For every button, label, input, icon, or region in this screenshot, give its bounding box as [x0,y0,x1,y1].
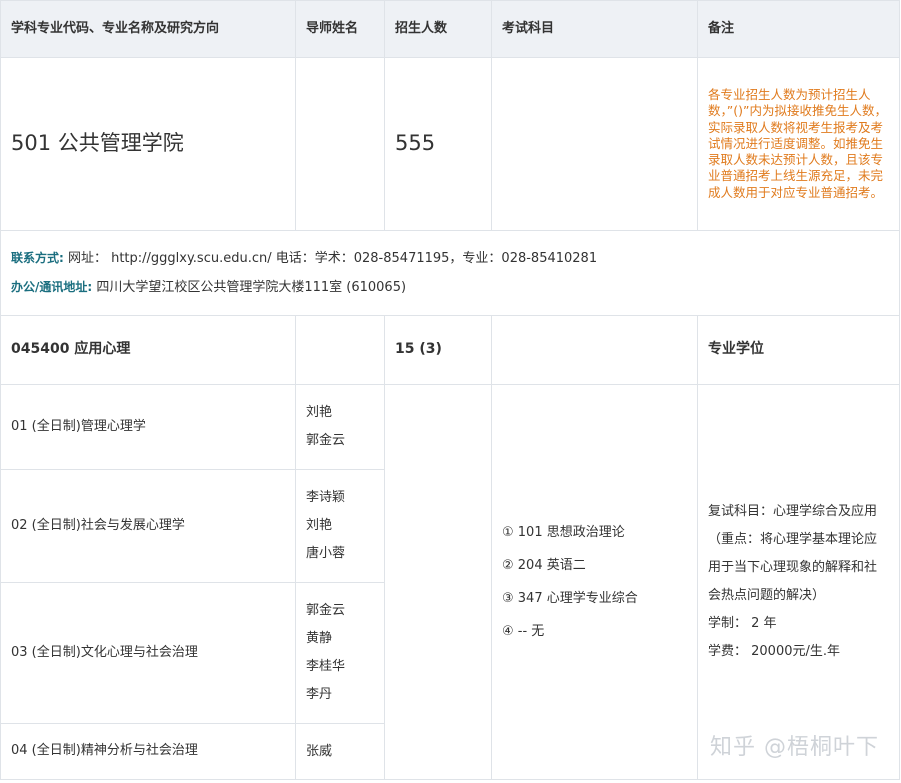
header-row: 学科专业代码、专业名称及研究方向 导师姓名 招生人数 考试科目 备注 [0,0,900,58]
retest-remark: 复试科目：心理学综合及应用（重点：将心理学基本理论应用于当下心理现象的解释和社会… [708,504,878,603]
contact-row: 联系方式: 网址： http://ggglxy.scu.edu.cn/ 电话：学… [0,230,900,316]
header-exam-subjects: 考试科目 [491,0,698,58]
address-label: 办公/通讯地址: [11,280,93,294]
major-supervisor-empty [295,315,385,385]
direction-name: 02 (全日制)社会与发展心理学 [0,469,296,583]
teacher-name: 李桂华 [306,659,346,674]
header-remarks: 备注 [697,0,900,58]
header-supervisor: 导师姓名 [295,0,385,58]
direction-teachers: 刘艳 郭金云 [295,384,385,470]
major-row: 045400 应用心理 15 (3) 专业学位 [0,315,900,385]
college-row: 501 公共管理学院 555 各专业招生人数为预计招生人数，”()”内为拟接收推… [0,57,900,231]
college-note: 各专业招生人数为预计招生人数，”()”内为拟接收推免生人数，实际录取人数将视考生… [697,57,900,231]
subject-item: ④ -- 无 [502,624,545,639]
direction-name: 01 (全日制)管理心理学 [0,384,296,470]
direction-teachers: 李诗颖 刘艳 唐小蓉 [295,469,385,583]
admissions-table: 学科专业代码、专业名称及研究方向 导师姓名 招生人数 考试科目 备注 501 公… [0,0,900,780]
direction-teachers: 郭金云 黄静 李桂华 李丹 [295,582,385,724]
major-count: 15 (3) [384,315,492,385]
remarks: 复试科目：心理学综合及应用（重点：将心理学基本理论应用于当下心理现象的解释和社会… [697,384,900,780]
watermark: 知乎 @梧桐叶下 [710,735,879,760]
contact-text: 网址： http://ggglxy.scu.edu.cn/ 电话：学术：028-… [63,251,598,266]
major-degree: 专业学位 [697,315,900,385]
direction-name: 04 (全日制)精神分析与社会治理 [0,723,296,780]
subject-item: ① 101 思想政治理论 [502,525,625,540]
direction-teachers: 张威 [295,723,385,780]
exam-subjects: ① 101 思想政治理论 ② 204 英语二 ③ 347 心理学专业综合 ④ -… [491,384,698,780]
direction-count-empty [384,384,492,780]
direction-row: 01 (全日制)管理心理学 刘艳 郭金云 ① 101 思想政治理论 ② 204 … [0,384,900,780]
direction-name: 03 (全日制)文化心理与社会治理 [0,582,296,724]
header-enrollment: 招生人数 [384,0,492,58]
fee-remark: 学费： 20000元/生.年 [708,644,840,659]
teacher-name: 张威 [306,743,333,759]
contact-line-1: 联系方式: 网址： http://ggglxy.scu.edu.cn/ 电话：学… [11,244,889,273]
subject-item: ② 204 英语二 [502,558,586,573]
major-code-name: 045400 应用心理 [0,315,296,385]
teacher-name: 刘艳 [306,405,333,420]
teacher-name: 黄静 [306,631,333,646]
duration-remark: 学制： 2 年 [708,616,777,631]
teacher-name: 李丹 [306,687,333,702]
address-text: 四川大学望江校区公共管理学院大楼111室 (610065) [92,280,407,295]
teacher-name: 郭金云 [306,603,346,618]
teacher-name: 唐小蓉 [306,546,346,561]
subject-item: ③ 347 心理学专业综合 [502,591,638,606]
college-subjects-empty [491,57,698,231]
contact-label: 联系方式: [11,251,64,265]
college-count: 555 [384,57,492,231]
college-supervisor-empty [295,57,385,231]
contact-line-2: 办公/通讯地址: 四川大学望江校区公共管理学院大楼111室 (610065) [11,273,889,302]
teacher-name: 郭金云 [306,433,346,448]
teacher-name: 李诗颖 [306,490,346,505]
major-subjects-empty [491,315,698,385]
college-name: 501 公共管理学院 [0,57,296,231]
contact-cell: 联系方式: 网址： http://ggglxy.scu.edu.cn/ 电话：学… [0,230,900,316]
teacher-name: 刘艳 [306,518,333,533]
header-major: 学科专业代码、专业名称及研究方向 [0,0,296,58]
